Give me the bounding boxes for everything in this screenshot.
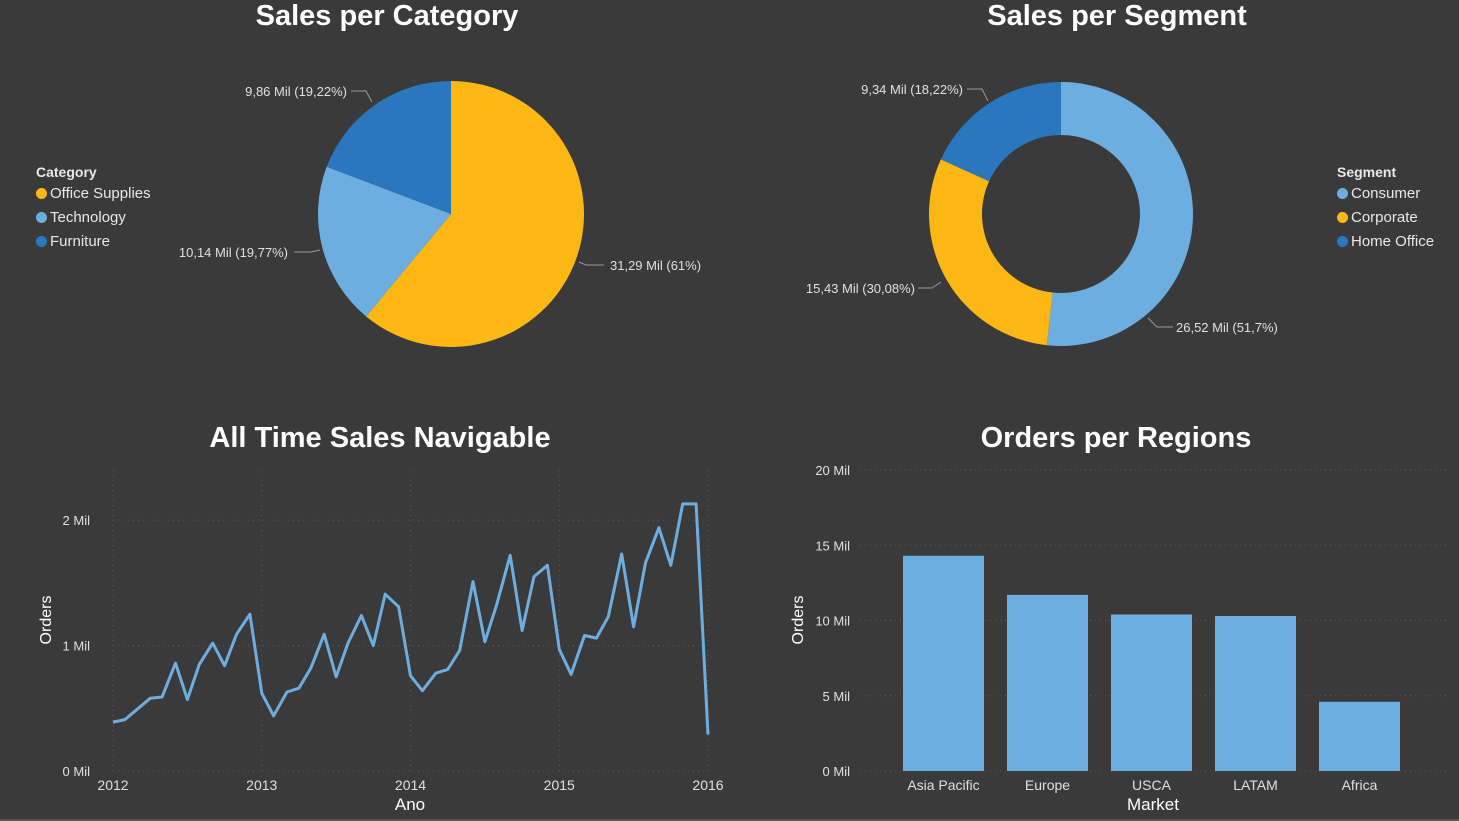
data-label: 10,14 Mil (19,77%) <box>179 245 288 260</box>
x-axis-title: Ano <box>395 795 425 814</box>
data-label: 31,29 Mil (61%) <box>610 258 701 273</box>
x-tick-label: Africa <box>1342 777 1378 793</box>
x-tick-label: 2013 <box>246 777 277 793</box>
y-tick-label: 20 Mil <box>815 463 850 478</box>
x-axis-title: Market <box>1127 795 1179 814</box>
x-tick-label: USCA <box>1132 777 1172 793</box>
regions-bar-chart[interactable]: 0 Mil 5 Mil 10 Mil 15 Mil 20 Mil Asia Pacific… <box>740 455 1459 821</box>
data-label: 9,86 Mil (19,22%) <box>245 84 347 99</box>
bar-europe[interactable] <box>1007 594 1088 771</box>
category-pie-chart: 31,29 Mil (61%) 10,14 Mil (19,77%) 9,86 Mi… <box>179 80 701 347</box>
bar-usca[interactable] <box>1111 614 1192 771</box>
data-label: 15,43 Mil (30,08%) <box>806 281 915 296</box>
data-label: 9,34 Mil (18,22%) <box>861 82 963 97</box>
x-tick-label: Europe <box>1025 777 1070 793</box>
y-tick-label: 15 Mil <box>815 538 850 553</box>
label-leader-line <box>1147 317 1173 328</box>
pie-slice-corporate[interactable] <box>929 159 1053 346</box>
y-axis-title: Orders <box>790 596 807 645</box>
y-axis-title: Orders <box>38 596 55 645</box>
bar-latam[interactable] <box>1215 615 1296 771</box>
data-label: 26,52 Mil (51,7%) <box>1176 320 1278 335</box>
line-chart-title: All Time Sales Navigable <box>209 422 551 454</box>
label-leader-line <box>918 281 942 289</box>
x-tick-label: 2016 <box>692 777 723 793</box>
label-leader-line <box>967 88 989 102</box>
y-tick-label: 1 Mil <box>63 639 91 654</box>
bar-africa[interactable] <box>1319 701 1400 771</box>
x-tick-label: 2012 <box>97 777 128 793</box>
bar-asia-pacific[interactable] <box>903 555 984 771</box>
x-tick-label: LATAM <box>1233 777 1278 793</box>
label-leader-line <box>578 261 604 266</box>
sales-series-line[interactable] <box>112 502 710 735</box>
sales-line-chart[interactable]: 0 Mil 1 Mil 2 Mil 2012 2013 2014 2015 2016 Ano Or… <box>0 455 740 821</box>
y-tick-label: 0 Mil <box>823 764 851 779</box>
label-leader-line <box>294 249 321 253</box>
x-tick-label: 2015 <box>544 777 575 793</box>
label-leader-line <box>351 90 373 103</box>
segment-donut-chart: 26,52 Mil (51,7%) 15,43 Mil (30,08%) 9,34 … <box>806 82 1278 346</box>
pie-slice-consumer[interactable] <box>1046 82 1193 346</box>
bar-chart-title: Orders per Regions <box>980 422 1252 454</box>
y-tick-label: 2 Mil <box>63 513 91 528</box>
y-tick-label: 0 Mil <box>63 764 91 779</box>
y-tick-label: 5 Mil <box>823 689 851 704</box>
y-tick-label: 10 Mil <box>815 614 850 629</box>
x-tick-label: Asia Pacific <box>907 777 979 793</box>
x-tick-label: 2014 <box>395 777 426 793</box>
